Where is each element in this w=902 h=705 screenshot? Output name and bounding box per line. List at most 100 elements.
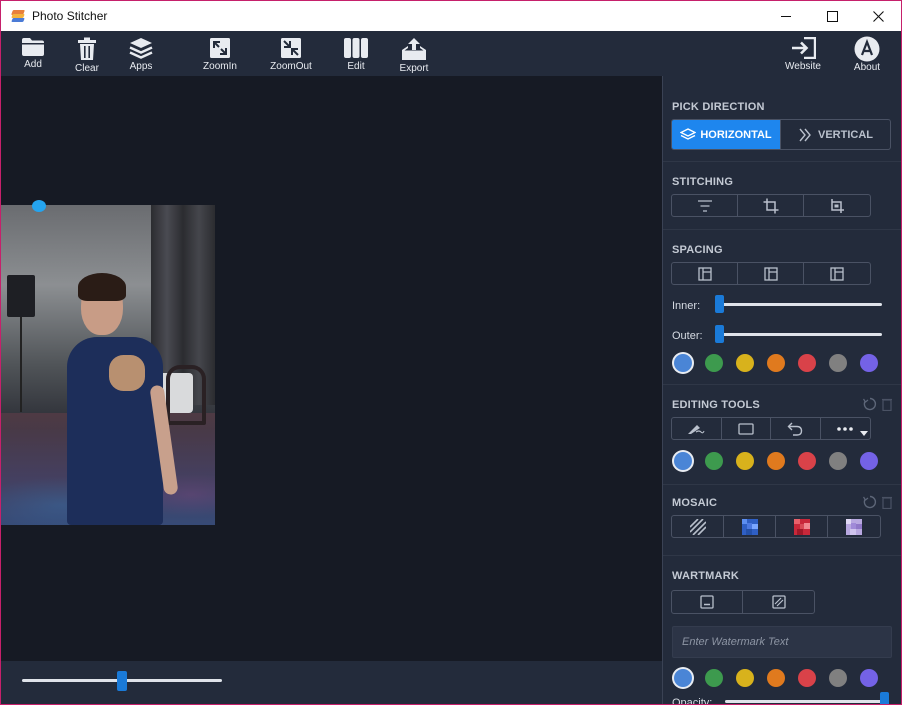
color-swatch-yellow[interactable] [736, 669, 754, 687]
photo-drag-handle[interactable] [32, 200, 46, 212]
export-label: Export [399, 63, 429, 74]
horizontal-option[interactable]: HORIZONTAL [672, 120, 781, 149]
minimize-button[interactable] [763, 1, 809, 31]
dropdown-arrow-icon [860, 431, 868, 436]
layers-icon [680, 127, 697, 140]
crop-bottom-icon [831, 198, 844, 213]
close-icon [872, 10, 884, 22]
zoomin-button[interactable]: ZoomIn [199, 31, 241, 76]
add-button[interactable]: Add [19, 31, 47, 76]
color-swatch-green[interactable] [705, 354, 723, 372]
title-bar: Photo Stitcher [1, 1, 901, 31]
hatch-pattern-icon [689, 518, 706, 535]
outer-spacing-thumb[interactable] [715, 325, 724, 343]
window-title: Photo Stitcher [32, 9, 108, 23]
more-tools-button[interactable] [821, 418, 871, 439]
color-swatch-purple[interactable] [860, 354, 878, 372]
settings-panel: PICK DIRECTION HORIZONTAL VERTICAL STITC… [662, 76, 901, 705]
mosaic-hatch-button[interactable] [672, 516, 724, 537]
add-label: Add [24, 59, 42, 70]
reset-icon[interactable] [863, 397, 877, 411]
mosaic-blue-button[interactable] [724, 516, 776, 537]
color-swatch-orange[interactable] [767, 354, 785, 372]
reset-icon[interactable] [863, 495, 877, 509]
color-swatch-gray[interactable] [829, 354, 847, 372]
spacing-color-swatches [674, 354, 891, 372]
color-swatch-green[interactable] [705, 452, 723, 470]
direction-toggle: HORIZONTAL VERTICAL [671, 119, 891, 150]
about-button[interactable]: About [849, 31, 885, 76]
color-swatch-blue[interactable] [674, 669, 692, 687]
color-swatch-orange[interactable] [767, 452, 785, 470]
stitch-canvas[interactable] [1, 76, 662, 661]
stitch-center-button[interactable] [672, 195, 738, 216]
clear-button[interactable]: Clear [71, 31, 103, 76]
zoomout-label: ZoomOut [270, 61, 312, 72]
watermark-text-button[interactable] [672, 591, 743, 613]
folder-icon [22, 38, 44, 56]
spacing-right-button[interactable] [804, 263, 870, 284]
spacing-left-button[interactable] [672, 263, 738, 284]
color-swatch-yellow[interactable] [736, 354, 754, 372]
opacity-track[interactable] [725, 700, 883, 703]
color-swatch-purple[interactable] [860, 452, 878, 470]
maximize-button[interactable] [809, 1, 855, 31]
text-watermark-icon [700, 595, 714, 609]
color-swatch-blue[interactable] [674, 452, 692, 470]
brush-tool-button[interactable] [672, 418, 722, 439]
color-swatch-red[interactable] [798, 669, 816, 687]
close-button[interactable] [855, 1, 901, 31]
apps-button[interactable]: Apps [125, 31, 157, 76]
outer-spacing-track[interactable] [718, 333, 882, 336]
vertical-option[interactable]: VERTICAL [781, 120, 890, 149]
layout-right-icon [830, 266, 844, 281]
spacing-center-button[interactable] [738, 263, 804, 284]
edit-label: Edit [347, 61, 365, 72]
stitched-photo[interactable] [1, 205, 215, 525]
mosaic-title: MOSAIC [672, 497, 718, 509]
sign-in-icon [792, 37, 816, 59]
watermark-text-input[interactable]: Enter Watermark Text [672, 626, 892, 658]
inner-spacing-thumb[interactable] [715, 295, 724, 313]
stitching-title: STITCHING [672, 176, 734, 188]
rectangle-tool-button[interactable] [722, 418, 771, 439]
color-swatch-green[interactable] [705, 669, 723, 687]
color-swatch-red[interactable] [798, 452, 816, 470]
color-swatch-red[interactable] [798, 354, 816, 372]
zoomout-button[interactable]: ZoomOut [265, 31, 317, 76]
center-align-icon [697, 199, 712, 212]
stitch-crop-button[interactable] [738, 195, 804, 216]
undo-tool-button[interactable] [771, 418, 821, 439]
stitching-options [671, 194, 871, 217]
color-swatch-gray[interactable] [829, 452, 847, 470]
mosaic-red-button[interactable] [776, 516, 828, 537]
watermark-color-swatches [674, 669, 891, 687]
color-swatch-purple[interactable] [860, 669, 878, 687]
stitch-crop-alt-button[interactable] [804, 195, 870, 216]
window-controls [763, 1, 901, 31]
app-logo-icon [11, 9, 25, 23]
zoomin-label: ZoomIn [203, 61, 237, 72]
mosaic-section: MOSAIC [663, 485, 901, 556]
zoom-slider-thumb[interactable] [117, 671, 127, 691]
website-button[interactable]: Website [781, 31, 825, 76]
opacity-label: Opacity: [672, 697, 713, 705]
rectangle-icon [738, 422, 754, 435]
color-swatch-gray[interactable] [829, 669, 847, 687]
mosaic-purple-button[interactable] [828, 516, 880, 537]
collapse-icon [281, 38, 301, 58]
color-swatch-blue[interactable] [674, 354, 692, 372]
delete-icon[interactable] [882, 496, 892, 509]
inner-spacing-track[interactable] [718, 303, 882, 306]
delete-icon[interactable] [882, 398, 892, 411]
outer-spacing-label: Outer: [672, 330, 703, 342]
export-button[interactable]: Export [394, 31, 434, 76]
watermark-pattern-button[interactable] [743, 591, 814, 613]
edit-button[interactable]: Edit [341, 31, 371, 76]
color-swatch-yellow[interactable] [736, 452, 754, 470]
color-swatch-orange[interactable] [767, 669, 785, 687]
opacity-thumb[interactable] [880, 692, 889, 704]
inner-spacing-label: Inner: [672, 300, 701, 312]
layout-left-icon [697, 266, 712, 281]
brush-icon [688, 424, 705, 434]
